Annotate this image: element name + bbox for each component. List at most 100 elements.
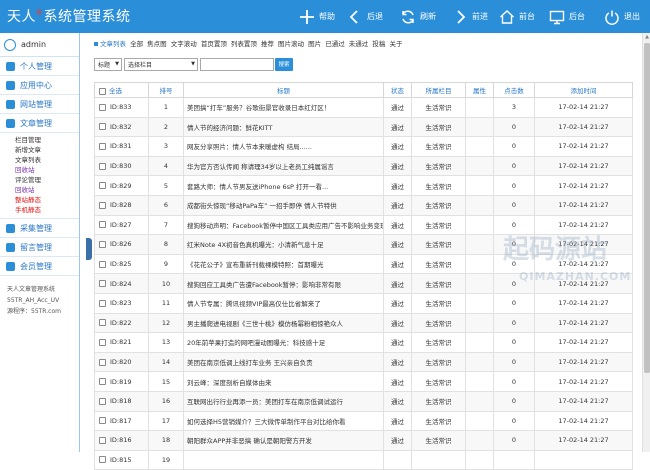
col-header-time[interactable]: 添加时间: [534, 82, 633, 98]
backend-button[interactable]: 后台: [548, 0, 585, 33]
menu-apps[interactable]: 应用中心: [0, 76, 79, 95]
row-title[interactable]: 成都街头惊现“移动PaPa车” 一招手即停 情人节特供: [183, 194, 384, 216]
row-title-text[interactable]: 朝阳群众APP并非恶搞 确认是朝阳警方开发: [187, 437, 312, 445]
submenu-new-article[interactable]: 新增文章: [15, 145, 79, 155]
table-row[interactable]: ID:820 14 美团在南京低调上线打车业务 王兴亲自负责 通过 生活常识 0 17-02…: [94, 351, 633, 373]
filter-link-scroll-image[interactable]: 图片滚动: [278, 40, 304, 48]
col-header-category[interactable]: 所属栏目: [411, 82, 466, 98]
row-title-text[interactable]: 搜狗移动声明：Facebook暂停中国区工具类应用广告不影响业务变现: [187, 222, 383, 230]
search-button[interactable]: 搜索: [275, 57, 293, 71]
table-row[interactable]: ID:832 2 情人节的经济问题：鲜花KITT 通过 生活常识 0 17-02-14 21…: [94, 116, 633, 138]
table-row[interactable]: ID:815 19: [94, 449, 633, 470]
filter-link-submission[interactable]: 投稿: [372, 40, 385, 48]
row-title[interactable]: 美团在南京低调上线打车业务 王兴亲自负责: [183, 351, 384, 373]
row-title-text[interactable]: 红米Note 4X初音色真机曝光：小清新气息十足: [187, 241, 324, 249]
filter-link-all[interactable]: 全部: [130, 40, 143, 48]
row-title-text[interactable]: 美团在南京低调上线打车业务 王兴亲自负责: [187, 359, 313, 367]
breadcrumb-current[interactable]: 文章列表: [100, 40, 126, 48]
row-title-text[interactable]: 情人节的经济问题：鲜花KITT: [187, 124, 273, 132]
col-header-attr[interactable]: 属性: [465, 82, 494, 98]
row-title-text[interactable]: 套路大师：情人节男友送iPhone 6sP 打开一看...: [187, 183, 328, 191]
select-all-header[interactable]: 全选: [94, 82, 149, 98]
scroll-up-icon[interactable]: ▲: [643, 33, 650, 41]
row-checkbox[interactable]: [99, 436, 106, 444]
row-title-text[interactable]: 刘云峰：深度剖析自媒体由来: [187, 379, 272, 387]
row-checkbox[interactable]: [99, 201, 106, 209]
row-title-text[interactable]: 网友分享照片：情人节本来暖虚构 结局......: [187, 143, 312, 151]
row-title[interactable]: 刘云峰：深度剖析自媒体由来: [183, 371, 384, 392]
table-row[interactable]: ID:823 11 情人节专属：腾讯视频VIP最高仅仕比省解来了 通过 生活常识 0 17-…: [94, 292, 633, 314]
row-title-text[interactable]: 《花花公子》宣布重新刊载裸模特照：首期曝光: [187, 261, 324, 269]
col-header-clicks[interactable]: 点击数: [493, 82, 535, 98]
row-title[interactable]: 20年前苹果打造的网吧漫动图曝光：科技感十足: [183, 332, 384, 353]
table-row[interactable]: ID:825 9 《花花公子》宣布重新刊载裸模特照：首期曝光 通过 生活常识 0 17-02…: [94, 253, 633, 275]
row-title-text[interactable]: 搜狗回应工具类广告遭Facebook暂停：影响非常有限: [187, 281, 341, 289]
row-title[interactable]: 如何选择H5营销媒介？三大微传单制作平台对比给你看: [183, 410, 384, 432]
filter-link-list-top[interactable]: 列表置顶: [231, 40, 257, 48]
submenu-categories[interactable]: 栏目管理: [15, 135, 79, 145]
row-title[interactable]: 套路大师：情人节男友送iPhone 6sP 打开一看...: [183, 175, 384, 196]
submenu-comments[interactable]: 评论管理: [15, 175, 79, 185]
row-checkbox[interactable]: [99, 123, 106, 131]
row-checkbox[interactable]: [99, 142, 106, 150]
row-title[interactable]: 朝阳群众APP并非恶搞 确认是朝阳警方开发: [183, 430, 384, 451]
forward-button[interactable]: 前进: [451, 0, 488, 33]
row-checkbox[interactable]: [99, 280, 106, 288]
menu-site[interactable]: 网站管理: [0, 95, 79, 114]
row-title-text[interactable]: 华为官方否认传闻 称请理34岁以上老员工纯属谣言: [187, 163, 334, 171]
row-checkbox[interactable]: [99, 182, 106, 190]
row-title[interactable]: 情人节专属：腾讯视频VIP最高仅仕比省解来了: [183, 292, 384, 314]
row-title[interactable]: 《花花公子》宣布重新刊载裸模特照：首期曝光: [183, 253, 384, 275]
table-row[interactable]: ID:829 5 套路大师：情人节男友送iPhone 6sP 打开一看... 通过 生活…: [94, 175, 633, 196]
menu-members[interactable]: 会员管理: [0, 257, 79, 276]
vertical-scrollbar[interactable]: ▲: [642, 33, 650, 452]
row-checkbox[interactable]: [99, 260, 106, 268]
table-row[interactable]: ID:828 6 成都街头惊现“移动PaPa车” 一招手即停 情人节特供 通过 生活常识…: [94, 194, 633, 216]
select-all-checkbox[interactable]: [99, 87, 106, 95]
menu-guestbook[interactable]: 留言管理: [0, 238, 79, 257]
submenu-static-mobile[interactable]: 手机静态: [15, 205, 79, 215]
table-row[interactable]: ID:830 4 华为官方否认传闻 称请理34岁以上老员工纯属谣言 通过 生活常识 0 17…: [94, 155, 633, 177]
table-row[interactable]: ID:831 3 网友分享照片：情人节本来暖虚构 结局...... 通过 生活常识 0 17…: [94, 136, 633, 157]
logout-button[interactable]: 退出: [603, 0, 640, 33]
menu-collect[interactable]: 采集管理: [0, 219, 79, 238]
menu-personal[interactable]: 个人管理: [0, 57, 79, 76]
row-title-text[interactable]: 男主播爬进电视剧《三世十桃》模仿杨幂粉相惊艳众人: [187, 320, 343, 328]
col-header-title[interactable]: 标题: [183, 82, 384, 98]
table-row[interactable]: ID:821 13 20年前苹果打造的网吧漫动图曝光：科技感十足 通过 生活常识 0 17-…: [94, 332, 633, 353]
submenu-static-site[interactable]: 整站静态: [15, 195, 79, 205]
table-row[interactable]: ID:822 12 男主播爬进电视剧《三世十桃》模仿杨幂粉相惊艳众人 通过 生活常识 0 1…: [94, 312, 633, 334]
back-button[interactable]: 后退: [346, 0, 383, 33]
table-row[interactable]: ID:827 7 搜狗移动声明：Facebook暂停中国区工具类应用广告不影响业务变…: [94, 214, 633, 236]
row-title-text[interactable]: 情人节专属：腾讯视频VIP最高仅仕比省解来了: [187, 300, 321, 308]
filter-link-recommend[interactable]: 推荐: [261, 40, 274, 48]
refresh-button[interactable]: 刷新: [399, 0, 436, 33]
row-checkbox[interactable]: [99, 319, 106, 327]
row-title[interactable]: 华为官方否认传闻 称请理34岁以上老员工纯属谣言: [183, 155, 384, 177]
row-checkbox[interactable]: [99, 162, 106, 170]
table-row[interactable]: ID:824 10 搜狗回应工具类广告遭Facebook暂停：影响非常有限 通过 生活常…: [94, 273, 633, 294]
table-row[interactable]: ID:833 1 美团搞“打车”服务？谷歌街景官收录日本红灯区！ 通过 生活常识 3 17-…: [94, 97, 633, 118]
filter-link-scroll-text[interactable]: 文字滚动: [171, 40, 197, 48]
row-title[interactable]: 搜狗移动声明：Facebook暂停中国区工具类应用广告不影响业务变现: [183, 214, 384, 236]
row-title-text[interactable]: 美团搞“打车”服务？谷歌街景官收录日本红灯区！: [187, 104, 330, 112]
row-title-text[interactable]: 如何选择H5营销媒介？三大微传单制作平台对比给你看: [187, 418, 346, 426]
frontend-button[interactable]: 前台: [498, 0, 535, 33]
col-header-no[interactable]: 排号: [148, 82, 184, 98]
filter-link-approved[interactable]: 已通过: [325, 40, 345, 48]
menu-articles[interactable]: 文章管理: [0, 114, 79, 133]
filter-link-home-top[interactable]: 首页置顶: [201, 40, 227, 48]
filter-link-focus[interactable]: 焦点图: [147, 40, 167, 48]
submenu-recycle[interactable]: 回收站: [15, 165, 79, 175]
row-title[interactable]: 网友分享照片：情人节本来暖虚构 结局......: [183, 136, 384, 157]
row-checkbox[interactable]: [99, 221, 106, 229]
table-row[interactable]: ID:826 8 红米Note 4X初音色真机曝光：小清新气息十足 通过 生活常识 0 17…: [94, 234, 633, 255]
submenu-article-list[interactable]: 文章列表: [15, 155, 79, 165]
row-checkbox[interactable]: [99, 299, 106, 307]
table-row[interactable]: ID:816 18 朝阳群众APP并非恶搞 确认是朝阳警方开发 通过 生活常识 0 17-0…: [94, 430, 633, 451]
row-checkbox[interactable]: [99, 240, 106, 248]
filter-link-about[interactable]: 关于: [389, 40, 402, 48]
row-checkbox[interactable]: [99, 397, 106, 405]
row-checkbox[interactable]: [99, 456, 106, 464]
submenu-recycle-2[interactable]: 回收站: [15, 185, 79, 195]
